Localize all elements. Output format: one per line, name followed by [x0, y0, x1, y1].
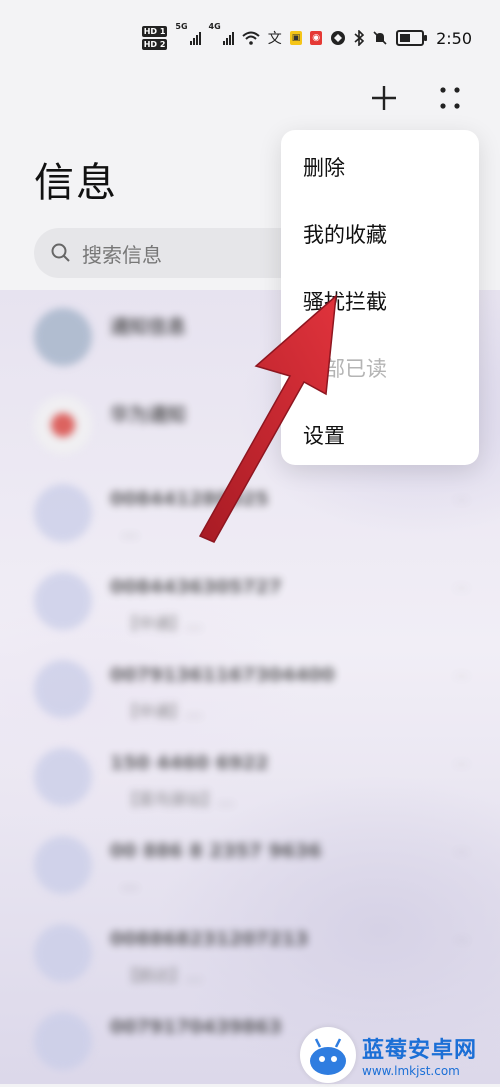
- mascot-shape: [310, 1037, 346, 1075]
- hd2-badge: HD 2: [141, 39, 168, 50]
- list-item[interactable]: 00791361167304400 【中通】… …: [0, 646, 500, 734]
- add-button[interactable]: [366, 80, 402, 116]
- conversation-preview: 【中通】…: [122, 614, 203, 633]
- mascot-logo-icon: [300, 1026, 356, 1083]
- hd1-badge: HD 1: [141, 26, 168, 37]
- page-title: 信息: [34, 160, 118, 206]
- avatar: [34, 836, 92, 894]
- search-icon: [51, 243, 70, 262]
- wifi-icon: [242, 31, 260, 45]
- status-icons: HD 1 HD 2 5G 4G 文 ▣ ◉ 2:50: [141, 22, 472, 54]
- conversation-name: 008443630572​7: [110, 576, 282, 598]
- overflow-menu: 删除 我的收藏 骚扰拦截 全部已读 设置: [281, 130, 479, 465]
- avatar: [34, 308, 92, 366]
- app-badge-pay: ▣: [289, 31, 303, 45]
- status-time: 2:50: [436, 28, 472, 48]
- conversation-time: …: [455, 754, 468, 769]
- conversation-time: …: [455, 930, 468, 945]
- conversation-preview: …: [122, 874, 138, 893]
- list-item[interactable]: 008441280025 … …: [0, 470, 500, 558]
- app-badge-red: ◉: [310, 31, 323, 45]
- hd-indicators: HD 1 HD 2: [141, 26, 168, 50]
- conversation-preview: …: [122, 522, 138, 541]
- conversation-name: 008441280025: [110, 488, 269, 510]
- conversation-name: 150 4460 6922: [110, 752, 269, 774]
- conversation-time: …: [455, 490, 468, 505]
- conversation-preview: 【韵达】…: [122, 966, 203, 985]
- more-button[interactable]: [432, 80, 468, 116]
- conversation-time: …: [455, 578, 468, 593]
- plus-icon: [372, 86, 396, 110]
- menu-item-mark-all-read: 全部已读: [303, 357, 387, 381]
- avatar: [34, 396, 92, 454]
- watermark-url: www.lmkjst.com: [362, 1063, 460, 1078]
- conversation-time: …: [455, 842, 468, 857]
- avatar: [34, 572, 92, 630]
- conversation-name: 008868231207213: [110, 928, 309, 950]
- bluetooth-icon: [354, 30, 365, 46]
- watermark-text: 蓝莓安卓网 www.lmkjst.com: [362, 1032, 477, 1078]
- menu-item-settings[interactable]: 设置: [303, 420, 345, 450]
- menu-item-spam-block[interactable]: 骚扰拦截: [303, 286, 387, 316]
- avatar: [34, 1012, 92, 1070]
- avatar: [34, 924, 92, 982]
- conversation-name: 0079170439863: [110, 1016, 282, 1038]
- vpn-icon: [331, 31, 346, 45]
- conversation-preview: 【中通】…: [122, 702, 203, 721]
- list-item[interactable]: 008868231207213 【韵达】… …: [0, 910, 500, 998]
- app-badge-wen: 文: [267, 31, 282, 47]
- network-type-1: 5G: [175, 22, 188, 31]
- conversation-name: 通知信息: [110, 316, 187, 338]
- avatar: [34, 748, 92, 806]
- search-placeholder: 搜索信息: [82, 242, 162, 267]
- more-dots-icon: [440, 87, 460, 109]
- signal-icon: [222, 31, 234, 45]
- signal-icon: [189, 31, 201, 45]
- conversation-time: …: [455, 666, 468, 681]
- status-bar: HD 1 HD 2 5G 4G 文 ▣ ◉ 2:50: [0, 0, 500, 76]
- conversation-name: 华为通知: [110, 404, 187, 426]
- watermark-title: 蓝莓安卓网: [362, 1037, 478, 1063]
- list-item[interactable]: 00 886 8 2357 9636 … …: [0, 822, 500, 910]
- network-type-2: 4G: [208, 22, 221, 31]
- watermark: 蓝莓安卓网 www.lmkjst.com: [300, 1025, 500, 1084]
- conversation-preview: 【菜鸟驿站】…: [122, 790, 235, 809]
- avatar: [34, 660, 92, 718]
- menu-item-delete[interactable]: 删除: [303, 152, 345, 182]
- list-item[interactable]: 008443630572​7 【中通】… …: [0, 558, 500, 646]
- conversation-name: 00 886 8 2357 9636: [110, 840, 322, 862]
- menu-item-favorites[interactable]: 我的收藏: [303, 219, 387, 249]
- conversation-name: 00791361167304400: [110, 664, 335, 686]
- avatar: [34, 484, 92, 542]
- list-item[interactable]: 150 4460 6922 【菜鸟驿站】… …: [0, 734, 500, 822]
- battery-icon: [396, 30, 428, 46]
- mute-icon: [373, 31, 387, 45]
